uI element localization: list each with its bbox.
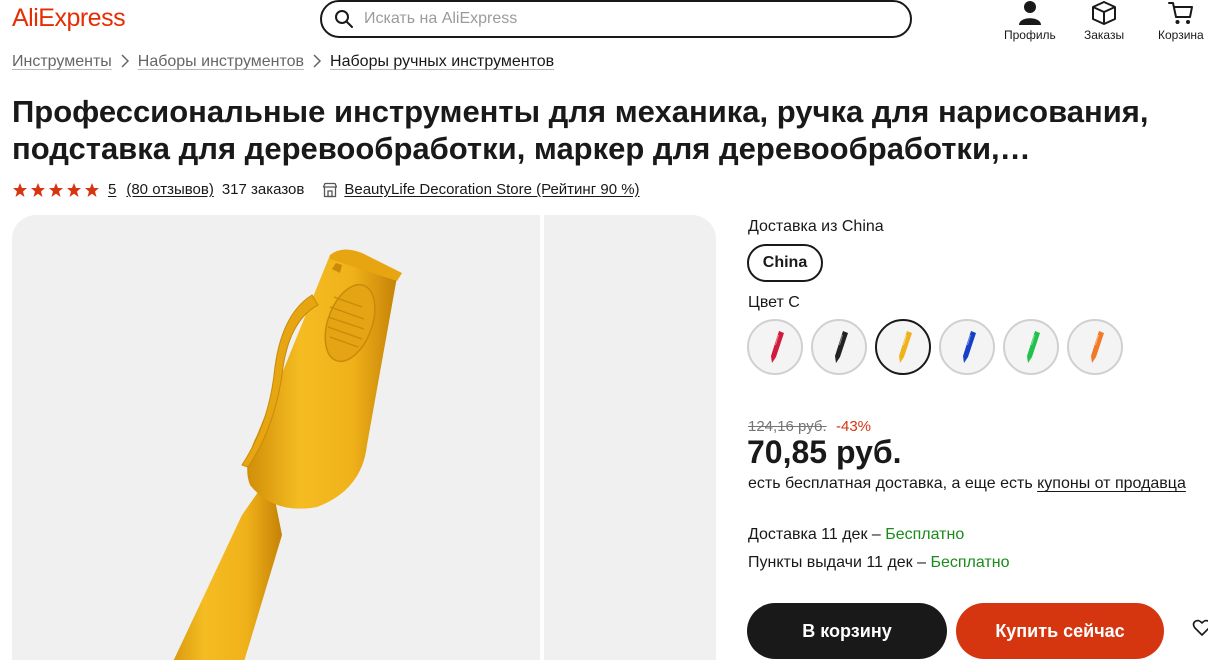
- user-icon: [1018, 1, 1041, 25]
- shipping-from-label: Доставка из China: [748, 218, 884, 235]
- marker-pen-image: [173, 249, 402, 660]
- add-to-cart-button[interactable]: В корзину: [747, 603, 947, 659]
- heart-icon[interactable]: [1192, 618, 1208, 638]
- free-shipping-note: есть бесплатная доставка, а еще есть куп…: [748, 475, 1186, 493]
- search-bar[interactable]: [320, 0, 912, 38]
- marker-pen-icon: [1027, 331, 1040, 363]
- color-swatches: [747, 319, 1123, 375]
- seller-coupons-link[interactable]: купоны от продавца: [1037, 475, 1186, 492]
- pickup-delivery-free: Бесплатно: [930, 554, 1010, 571]
- rating-stars: [12, 182, 100, 198]
- chevron-right-icon: [120, 53, 130, 71]
- star-icon: [85, 182, 99, 197]
- cart-button[interactable]: Корзина: [1158, 0, 1204, 42]
- ship-from-china-option[interactable]: China: [747, 244, 823, 282]
- buy-now-button[interactable]: Купить сейчас: [956, 603, 1164, 659]
- color-swatch-red[interactable]: [747, 319, 803, 375]
- box-icon: [1092, 1, 1117, 25]
- home-delivery-date: Доставка 11 дек –: [748, 526, 886, 543]
- aliexpress-logo[interactable]: AliExpress: [12, 4, 126, 33]
- breadcrumb-tool-sets[interactable]: Наборы инструментов: [138, 53, 304, 71]
- color-swatch-blue[interactable]: [939, 319, 995, 375]
- store-icon: [323, 182, 338, 197]
- color-swatch-black[interactable]: [811, 319, 867, 375]
- cart-label: Корзина: [1158, 28, 1204, 42]
- old-price: 124,16 руб.: [748, 418, 827, 435]
- reviews-link[interactable]: (80 отзывов): [126, 181, 214, 198]
- search-icon: [335, 10, 353, 28]
- star-icon: [13, 182, 27, 197]
- product-title: Профессиональные инструменты для механик…: [12, 94, 1149, 166]
- chevron-right-icon: [312, 53, 322, 71]
- star-icon: [31, 182, 45, 197]
- home-delivery-info: Доставка 11 дек – Бесплатно: [748, 526, 964, 544]
- star-icon: [67, 182, 81, 197]
- orders-button[interactable]: Заказы: [1084, 0, 1124, 42]
- pickup-delivery-info: Пункты выдачи 11 дек – Бесплатно: [748, 554, 1009, 572]
- color-label: Цвет С: [748, 294, 800, 311]
- color-swatch-orange[interactable]: [1067, 319, 1123, 375]
- color-swatch-green[interactable]: [1003, 319, 1059, 375]
- product-main-image[interactable]: [12, 215, 540, 660]
- product-thumbnail-strip[interactable]: [544, 215, 716, 660]
- breadcrumb: Инструменты Наборы инструментов Наборы р…: [12, 53, 554, 71]
- pickup-delivery-date: Пункты выдачи 11 дек –: [748, 554, 931, 571]
- breadcrumb-tools[interactable]: Инструменты: [12, 53, 112, 71]
- orders-label: Заказы: [1084, 28, 1125, 42]
- rating-row: 5 (80 отзывов) 317 заказов BeautyLife De…: [12, 181, 640, 198]
- marker-pen-icon: [835, 331, 848, 363]
- profile-button[interactable]: Профиль: [1004, 0, 1056, 42]
- cart-icon: [1167, 2, 1193, 24]
- marker-pen-icon: [771, 331, 784, 363]
- marker-pen-icon: [963, 331, 976, 363]
- color-swatch-yellow[interactable]: [875, 319, 931, 375]
- discount-badge: -43%: [836, 418, 872, 435]
- breadcrumb-hand-tool-sets[interactable]: Наборы ручных инструментов: [330, 53, 554, 71]
- marker-pen-icon: [1091, 331, 1104, 363]
- store-link[interactable]: BeautyLife Decoration Store (Рейтинг 90 …: [344, 181, 639, 198]
- search-input[interactable]: [364, 10, 864, 28]
- home-delivery-free: Бесплатно: [885, 526, 965, 543]
- free-shipping-text: есть бесплатная доставка, а еще есть: [748, 475, 1038, 492]
- rating-value[interactable]: 5: [108, 181, 116, 198]
- marker-pen-icon: [899, 331, 912, 363]
- orders-count: 317 заказов: [221, 181, 305, 198]
- star-icon: [49, 182, 63, 197]
- profile-label: Профиль: [1004, 28, 1056, 42]
- current-price: 70,85 руб.: [747, 434, 902, 470]
